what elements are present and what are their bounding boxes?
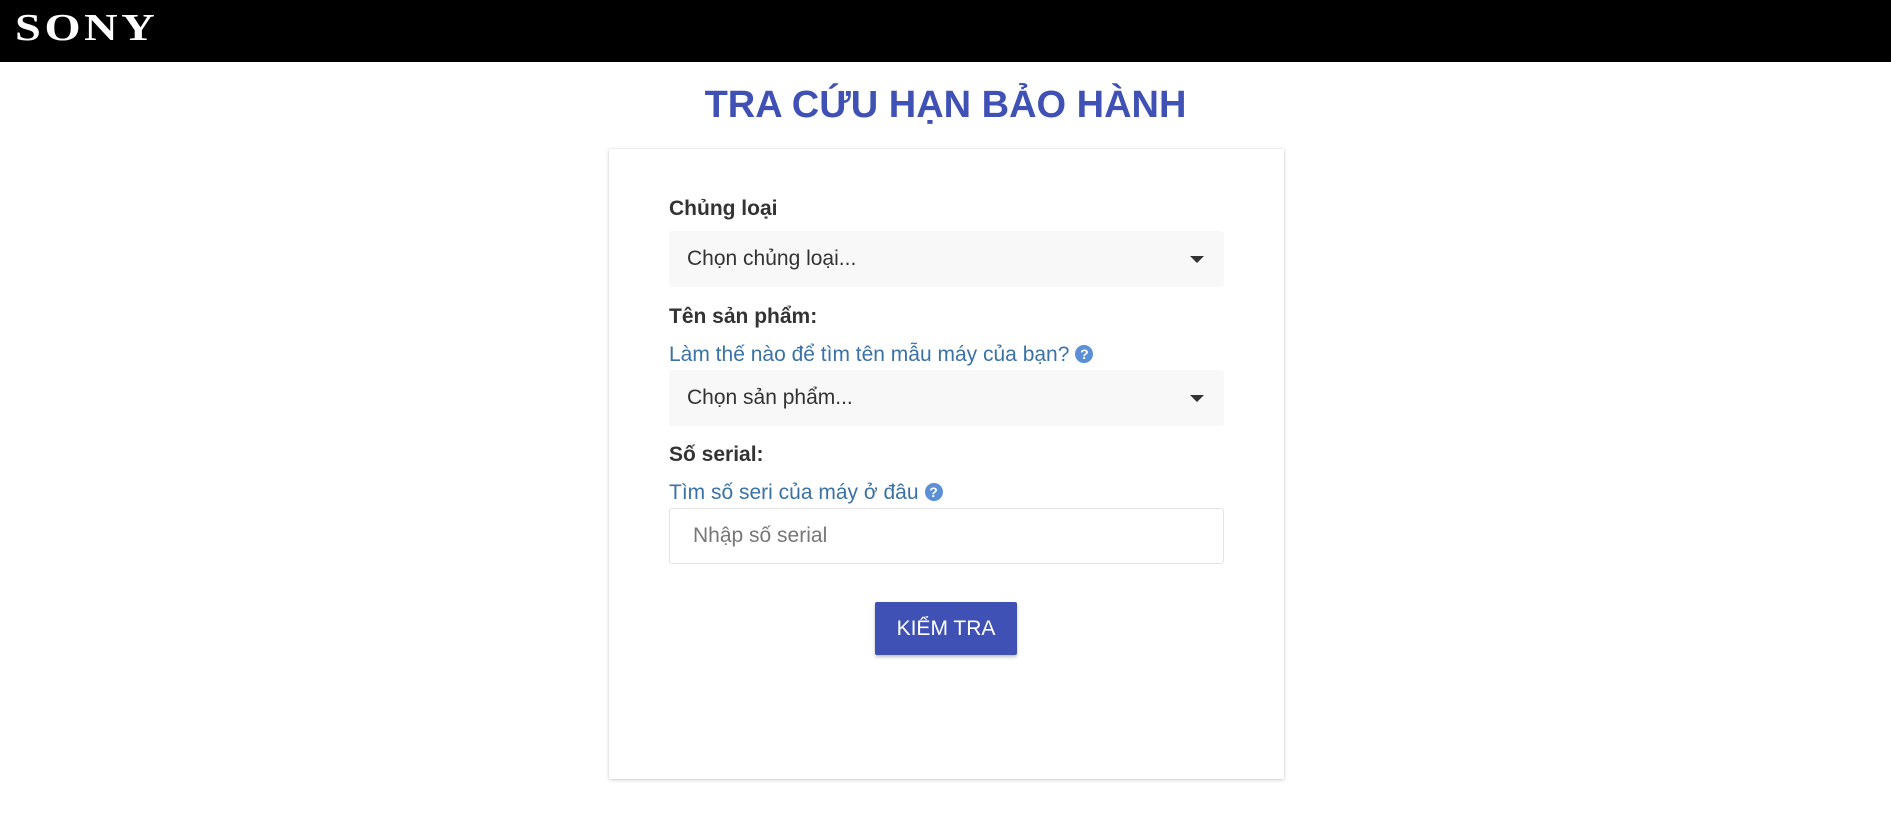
warranty-lookup-form: Chủng loại Chọn chủng loại... Tên sản ph… (609, 149, 1284, 779)
category-select-value: Chọn chủng loại... (687, 247, 857, 270)
category-select[interactable]: Chọn chủng loại... (669, 231, 1224, 287)
caret-down-icon (1190, 395, 1204, 402)
product-name-label: Tên sản phẩm: (669, 305, 818, 328)
category-label: Chủng loại (669, 197, 778, 220)
top-header-bar: SONY (0, 0, 1891, 62)
find-model-name-help-link[interactable]: Làm thế nào để tìm tên mẫu máy của bạn?? (669, 342, 1094, 368)
find-serial-help-text: Tìm số seri của máy ở đâu (669, 481, 919, 504)
question-circle-icon: ? (924, 483, 943, 502)
sony-logo[interactable]: SONY (15, 8, 158, 48)
product-select[interactable]: Chọn sản phẩm... (669, 370, 1224, 426)
check-button[interactable]: KIỂM TRA (875, 602, 1017, 655)
find-model-name-help-text: Làm thế nào để tìm tên mẫu máy của bạn? (669, 343, 1070, 366)
caret-down-icon (1190, 256, 1204, 263)
product-select-value: Chọn sản phẩm... (687, 386, 853, 409)
find-serial-help-link[interactable]: Tìm số seri của máy ở đâu? (669, 480, 943, 506)
serial-input[interactable] (669, 508, 1224, 564)
page-title: TRA CỨU HẠN BẢO HÀNH (704, 84, 1187, 126)
serial-label: Số serial: (669, 443, 764, 466)
question-circle-icon: ? (1075, 345, 1094, 364)
